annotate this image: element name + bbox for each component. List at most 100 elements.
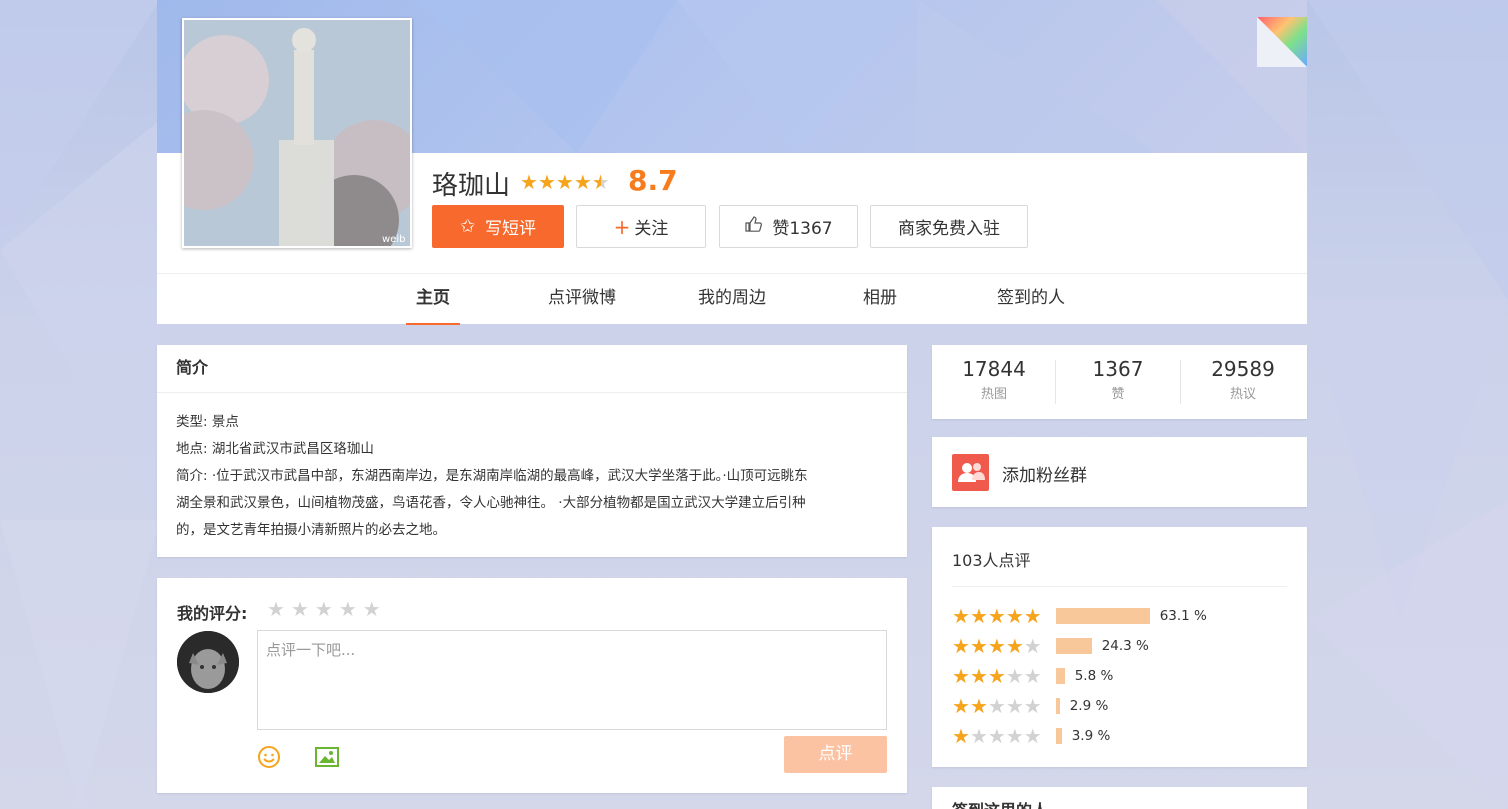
star-icon: ★: [987, 634, 1006, 658]
fans-group-label: 添加粉丝群: [1002, 466, 1087, 486]
star-icon: ★: [1005, 604, 1024, 628]
star-icon: ★: [573, 170, 592, 194]
follow-button[interactable]: + 关注: [576, 205, 706, 248]
star-outline-icon: ✩: [459, 216, 476, 237]
stat-number: 17844: [962, 357, 1026, 381]
tab-home[interactable]: 主页: [406, 274, 460, 325]
tab-my-nearby[interactable]: 我的周边: [692, 274, 772, 325]
star-icon[interactable]: ★: [291, 597, 309, 621]
rating-bar: [1055, 638, 1092, 654]
star-icon[interactable]: ★: [363, 597, 381, 621]
star-icon: ★: [969, 634, 988, 658]
rating-row: ★ ★ ★ ★ ★ 63.1 %: [952, 606, 1207, 626]
star-icon: ★: [987, 604, 1006, 628]
page-tabs: 主页 点评微博 我的周边 相册 签到的人: [157, 273, 1307, 325]
star-icon: ★: [952, 604, 970, 628]
star-icon: ★: [969, 724, 988, 748]
half-star-icon: ★: [591, 170, 610, 194]
star-icon[interactable]: ★: [315, 597, 333, 621]
star-icon[interactable]: ★: [267, 597, 285, 621]
user-avatar[interactable]: [177, 631, 239, 693]
fans-group-icon: [952, 454, 989, 491]
star-icon: ★: [555, 170, 574, 194]
stat-label: 热图: [980, 387, 1007, 402]
rating-percent: 5.8 %: [1074, 668, 1114, 684]
star-icon: ★: [1005, 634, 1024, 658]
stat-number: 1367: [1092, 357, 1144, 381]
tab-checkin-people[interactable]: 签到的人: [991, 274, 1071, 325]
submit-review-button[interactable]: 点评: [784, 736, 887, 773]
emoji-icon[interactable]: [257, 745, 281, 773]
stats-card: 17844 热图 1367 赞 29589 热议: [932, 345, 1307, 419]
stat-label: 热议: [1229, 387, 1256, 402]
my-rating-stars[interactable]: ★ ★ ★ ★ ★: [267, 599, 381, 620]
fans-group-card[interactable]: 添加粉丝群: [932, 437, 1307, 507]
stat-likes[interactable]: 1367 赞: [1056, 357, 1180, 402]
image-upload-icon[interactable]: [315, 747, 339, 771]
rating-percent: 3.9 %: [1071, 728, 1111, 744]
star-icon: ★: [537, 170, 556, 194]
rating-bar: [1055, 728, 1062, 744]
review-textarea[interactable]: 点评一下吧...: [257, 630, 887, 730]
tab-album[interactable]: 相册: [857, 274, 903, 325]
merchant-join-button[interactable]: 商家免费入驻: [870, 205, 1028, 248]
rating-row: ★ ★ ★ ★ ★ 24.3 %: [952, 636, 1149, 656]
plus-icon: +: [613, 214, 631, 239]
intro-card: 简介 类型: 景点 地点: 湖北省武汉市武昌区珞珈山 简介: ·位于武汉市武昌中…: [157, 345, 907, 557]
tab-review-weibo[interactable]: 点评微博: [542, 274, 622, 325]
star-icon: ★: [969, 664, 988, 688]
stat-label: 赞: [1111, 387, 1125, 402]
star-icon: ★: [987, 694, 1006, 718]
rating-bar: [1055, 608, 1150, 624]
like-button[interactable]: 赞1367: [719, 205, 858, 248]
star-icon: ★: [952, 694, 970, 718]
thumbs-up-icon: [744, 215, 763, 238]
intro-type: 类型: 景点: [176, 414, 239, 430]
place-score: 8.7: [628, 164, 678, 197]
intro-desc-line-3: 的，是文艺青年拍摄小清新照片的必去之地。: [176, 522, 446, 538]
star-icon: ★: [952, 634, 970, 658]
my-rating-label: 我的评分:: [177, 604, 248, 623]
rating-bar: [1055, 668, 1065, 684]
follow-label: 关注: [634, 219, 669, 239]
divider: [952, 586, 1287, 587]
star-icon: ★: [1005, 664, 1024, 688]
like-label: 赞1367: [772, 219, 833, 239]
rating-bar: [1055, 698, 1060, 714]
place-rating-stars: ★★★★★: [520, 172, 610, 193]
star-icon: ★: [952, 724, 970, 748]
star-icon: ★: [1023, 694, 1042, 718]
app-logo-icon[interactable]: [1257, 17, 1307, 67]
star-icon: ★: [1023, 604, 1042, 628]
write-review-label: 写短评: [485, 219, 537, 239]
rating-row: ★ ★ ★ ★ ★ 3.9 %: [952, 726, 1110, 746]
ratings-title: 103人点评: [952, 551, 1031, 570]
intro-desc-line-1: 简介: ·位于武汉市武昌中部，东湖西南岸边，是东湖南岸临湖的最高峰，武汉大学坐落…: [176, 468, 808, 484]
stat-number: 29589: [1211, 357, 1275, 381]
star-icon: ★: [969, 694, 988, 718]
star-icon: ★: [1023, 724, 1042, 748]
write-review-button[interactable]: ✩ 写短评: [432, 205, 564, 248]
merchant-join-label: 商家免费入驻: [898, 219, 1000, 239]
star-icon[interactable]: ★: [339, 597, 357, 621]
place-photo[interactable]: weib: [182, 18, 412, 248]
star-icon: ★: [969, 604, 988, 628]
intro-desc-line-2: 湖全景和武汉景色，山间植物茂盛，鸟语花香，令人心驰神往。 ·大部分植物都是国立武…: [176, 495, 806, 511]
checkin-card: 签到这里的人: [932, 787, 1307, 809]
my-rating-card: 我的评分: ★ ★ ★ ★ ★ 点评一下吧... 点评: [157, 578, 907, 793]
intro-location: 地点: 湖北省武汉市武昌区珞珈山: [176, 441, 374, 457]
photo-watermark: weib: [382, 234, 405, 245]
rating-percent: 24.3 %: [1101, 638, 1149, 654]
star-icon: ★: [1023, 634, 1042, 658]
star-icon: ★: [1023, 664, 1042, 688]
rating-row: ★ ★ ★ ★ ★ 5.8 %: [952, 666, 1113, 686]
star-icon: ★: [1005, 694, 1024, 718]
stat-hot-images[interactable]: 17844 热图: [932, 357, 1056, 402]
star-icon: ★: [987, 664, 1006, 688]
intro-title: 简介: [157, 345, 907, 393]
star-icon: ★: [987, 724, 1006, 748]
rating-percent: 63.1 %: [1159, 608, 1207, 624]
stat-discussions[interactable]: 29589 热议: [1181, 357, 1305, 402]
star-icon: ★: [520, 170, 538, 194]
checkin-title: 签到这里的人: [952, 797, 1048, 809]
